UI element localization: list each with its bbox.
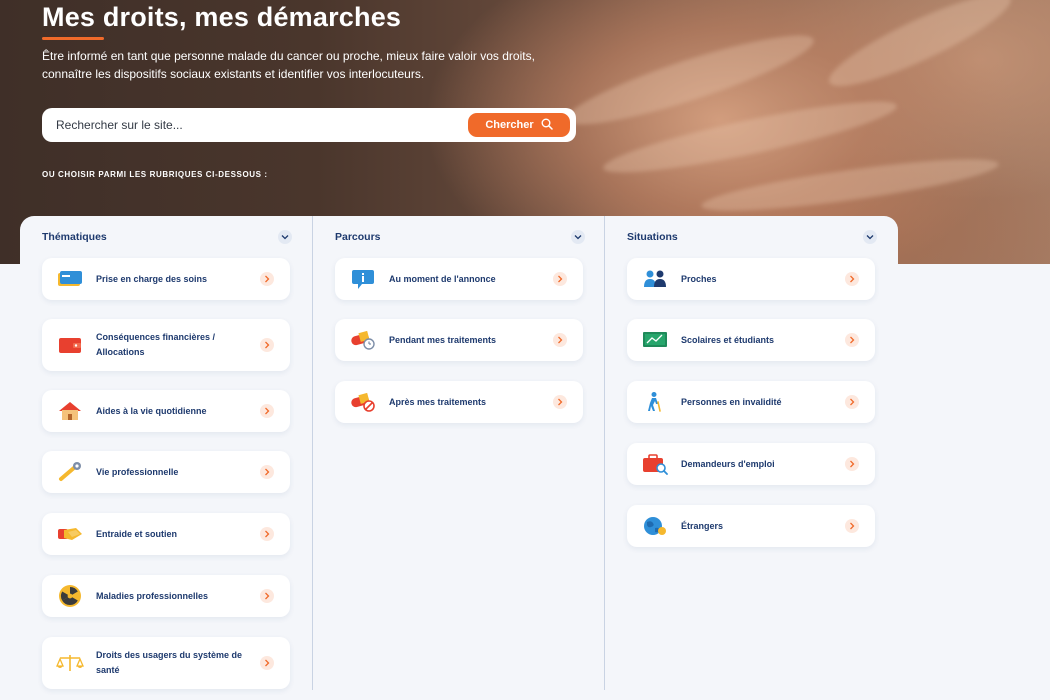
column-header[interactable]: Parcours — [335, 230, 585, 244]
category-label: Demandeurs d'emploi — [681, 458, 775, 469]
category-label: Proches — [681, 273, 717, 284]
category-card-droits-usagers[interactable]: Droits des usagers du système de santé — [42, 637, 290, 689]
people-icon — [641, 268, 669, 290]
chevron-right-icon — [260, 589, 274, 603]
chevron-right-icon — [845, 272, 859, 286]
wallet-icon — [56, 334, 84, 356]
category-card-demandeurs-emploi[interactable]: Demandeurs d'emploi — [627, 443, 875, 485]
info-bubble-icon — [349, 268, 377, 290]
category-card-annonce[interactable]: Au moment de l'annonce — [335, 258, 583, 300]
category-label: Droits des usagers du système de santé — [96, 650, 243, 675]
category-label: Au moment de l'annonce — [389, 273, 496, 284]
chevron-right-icon — [260, 465, 274, 479]
category-card-vie-professionnelle[interactable]: Vie professionnelle — [42, 451, 290, 493]
radiation-icon — [56, 585, 84, 607]
search-button[interactable]: Chercher — [468, 113, 570, 137]
categories-panel: Thématiques Prise en charge des soins Co… — [20, 216, 898, 700]
category-card-consequences-financieres[interactable]: Conséquences financières / Allocations — [42, 319, 290, 371]
scales-icon — [56, 652, 84, 674]
category-label: Prise en charge des soins — [96, 273, 208, 284]
house-icon — [56, 400, 84, 422]
category-label: Pendant mes traitements — [389, 334, 497, 345]
chevron-right-icon — [260, 272, 274, 286]
category-label: Après mes traitements — [389, 396, 487, 407]
category-label: Scolaires et étudiants — [681, 334, 775, 345]
search-input[interactable] — [56, 116, 436, 134]
person-cane-icon — [641, 391, 669, 413]
category-label: Conséquences financières / Allocations — [96, 332, 216, 357]
chevron-right-icon — [260, 656, 274, 670]
category-card-entraide-soutien[interactable]: Entraide et soutien — [42, 513, 290, 555]
category-card-maladies-professionnelles[interactable]: Maladies professionnelles — [42, 575, 290, 617]
search-icon — [541, 118, 553, 133]
handshake-icon — [56, 523, 84, 545]
page-description: Être informé en tant que personne malade… — [42, 49, 535, 81]
chevron-right-icon — [845, 457, 859, 471]
pill-cancel-icon — [349, 391, 377, 413]
column-title: Situations — [627, 231, 678, 243]
category-label: Entraide et soutien — [96, 528, 178, 539]
chevron-down-icon[interactable] — [863, 230, 877, 244]
chevron-right-icon — [260, 527, 274, 541]
column-header[interactable]: Thématiques — [42, 230, 292, 244]
chevron-right-icon — [845, 519, 859, 533]
chalkboard-icon — [641, 329, 669, 351]
category-label: Personnes en invalidité — [681, 396, 782, 407]
column-situations: Situations Proches Scolaires et étudiant… — [605, 216, 898, 690]
categories-heading: OU CHOISIR PARMI LES RUBRIQUES CI-DESSOU… — [42, 170, 268, 179]
wrench-icon — [56, 461, 84, 483]
briefcase-search-icon — [641, 453, 669, 475]
health-card-icon — [56, 268, 84, 290]
chevron-right-icon — [553, 395, 567, 409]
category-label: Maladies professionnelles — [96, 590, 209, 601]
chevron-right-icon — [845, 333, 859, 347]
category-label: Étrangers — [681, 520, 724, 531]
category-card-scolaires[interactable]: Scolaires et étudiants — [627, 319, 875, 361]
column-header[interactable]: Situations — [627, 230, 877, 244]
column-parcours: Parcours Au moment de l'annonce Pendant … — [313, 216, 605, 690]
chevron-right-icon — [845, 395, 859, 409]
column-thematiques: Thématiques Prise en charge des soins Co… — [20, 216, 313, 690]
column-title: Thématiques — [42, 231, 107, 243]
category-card-invalidite[interactable]: Personnes en invalidité — [627, 381, 875, 423]
category-card-apres-traitements[interactable]: Après mes traitements — [335, 381, 583, 423]
title-underline — [42, 37, 104, 40]
chevron-right-icon — [553, 333, 567, 347]
category-card-pendant-traitements[interactable]: Pendant mes traitements — [335, 319, 583, 361]
globe-icon — [641, 515, 669, 537]
pill-clock-icon — [349, 329, 377, 351]
search-bar: Chercher — [42, 108, 576, 142]
chevron-down-icon[interactable] — [571, 230, 585, 244]
chevron-right-icon — [260, 338, 274, 352]
chevron-down-icon[interactable] — [278, 230, 292, 244]
chevron-right-icon — [260, 404, 274, 418]
category-card-proches[interactable]: Proches — [627, 258, 875, 300]
page-title: Mes droits, mes démarches — [42, 2, 402, 32]
category-label: Aides à la vie quotidienne — [96, 405, 207, 416]
category-label: Vie professionnelle — [96, 466, 179, 477]
search-button-label: Chercher — [485, 119, 534, 131]
category-card-etrangers[interactable]: Étrangers — [627, 505, 875, 547]
category-card-aides-vie-quotidienne[interactable]: Aides à la vie quotidienne — [42, 390, 290, 432]
chevron-right-icon — [553, 272, 567, 286]
category-card-prise-en-charge[interactable]: Prise en charge des soins — [42, 258, 290, 300]
column-title: Parcours — [335, 231, 381, 243]
